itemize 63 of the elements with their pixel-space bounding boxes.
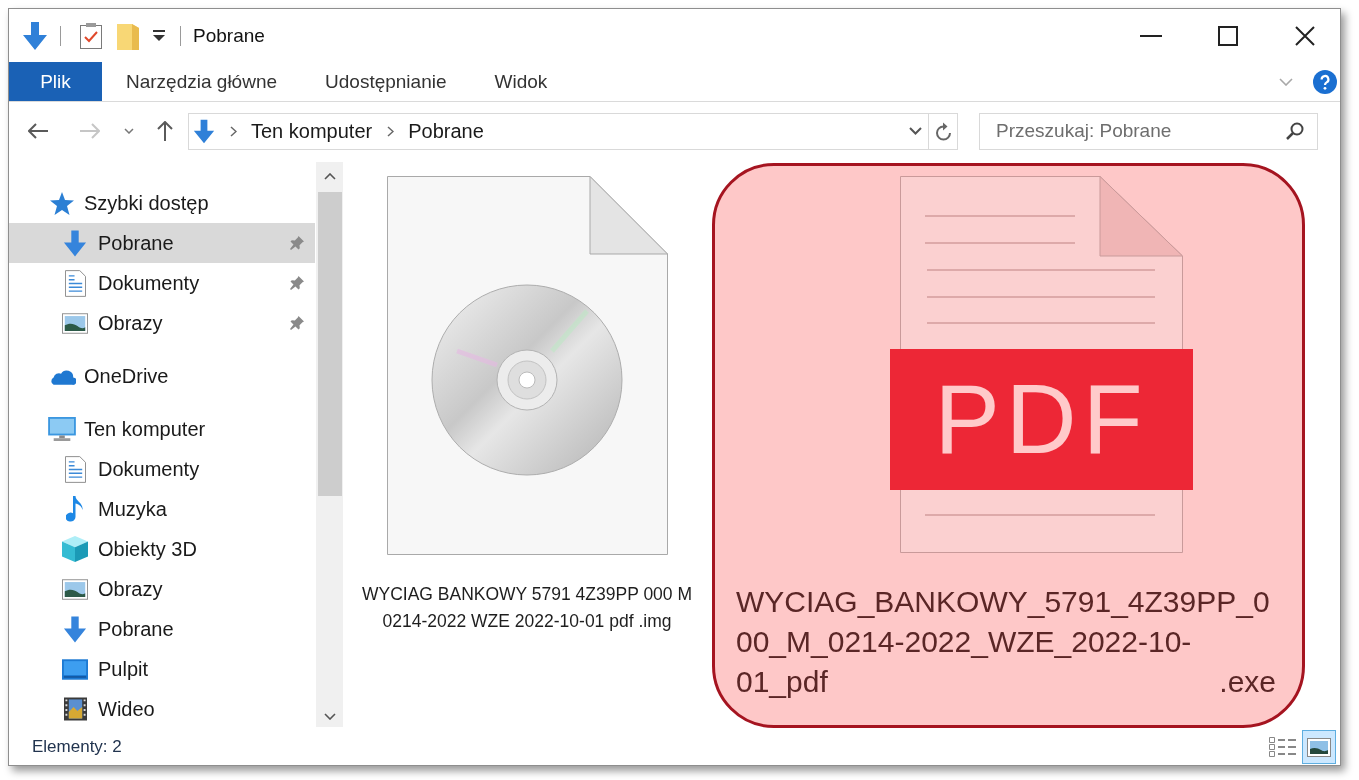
- scrollbar[interactable]: [316, 162, 343, 727]
- sidebar-item[interactable]: Dokumenty: [9, 449, 315, 489]
- picture-icon: [62, 312, 88, 334]
- search-field[interactable]: Przeszukaj: Pobrane: [979, 112, 1318, 150]
- item-count: Elementy: 2: [31, 737, 122, 757]
- sidebar-item[interactable]: OneDrive: [9, 356, 315, 396]
- file-type-banner: PDF: [890, 349, 1193, 490]
- sidebar-item[interactable]: Ten komputer: [9, 409, 315, 449]
- minimize-icon[interactable]: [1140, 34, 1162, 37]
- scroll-down-icon[interactable]: [323, 713, 336, 720]
- document-icon: [64, 455, 86, 483]
- chevron-right-icon[interactable]: [230, 125, 237, 137]
- document-icon: [64, 269, 86, 297]
- chevron-down-icon[interactable]: [909, 127, 922, 135]
- window-title: Pobrane: [193, 24, 265, 47]
- star-icon: [50, 191, 74, 215]
- search-icon[interactable]: [1286, 121, 1304, 140]
- help-icon[interactable]: [1313, 69, 1337, 94]
- dropdown-caret-icon[interactable]: [152, 29, 166, 42]
- down-arrow-icon[interactable]: [22, 21, 48, 50]
- down-arrow-icon: [193, 118, 215, 144]
- breadcrumb-item[interactable]: Pobrane: [408, 119, 484, 143]
- screen-icon: [62, 658, 88, 680]
- sidebar-item[interactable]: Pulpit: [9, 649, 315, 689]
- up-arrow-icon[interactable]: [157, 121, 173, 141]
- sidebar-item[interactable]: Pobrane: [9, 609, 315, 649]
- disc-file-icon: [386, 176, 668, 555]
- picture-icon: [1307, 737, 1331, 757]
- breadcrumb-item[interactable]: Ten komputer: [251, 119, 373, 143]
- ribbon-tab[interactable]: Widok: [470, 62, 572, 101]
- sidebar-item[interactable]: Obrazy: [9, 569, 315, 609]
- sidebar-item[interactable]: Szybki dostęp: [9, 183, 315, 223]
- chevron-down-icon[interactable]: [124, 128, 134, 134]
- sidebar-item[interactable]: Muzyka: [9, 489, 315, 529]
- maximize-icon[interactable]: [1218, 25, 1238, 46]
- list-icon: [1269, 737, 1297, 757]
- checklist-icon[interactable]: [80, 22, 102, 49]
- sidebar-item[interactable]: Pobrane: [9, 223, 315, 263]
- music-note-icon: [66, 495, 84, 523]
- file-item[interactable]: PDF WYCIAG_BANKOWY_5791_4Z39PP_000_M_0214-2022_WZE_2022-10-01_pdf .exe: [712, 163, 1305, 728]
- address-bar[interactable]: Ten komputer Pobrane: [188, 112, 958, 150]
- sidebar-item[interactable]: Obiekty 3D: [9, 529, 315, 569]
- film-icon: [63, 697, 87, 721]
- cube-icon: [62, 536, 88, 562]
- down-arrow-icon: [63, 229, 87, 257]
- scroll-up-icon[interactable]: [323, 173, 336, 180]
- file-menu-button[interactable]: Plik: [9, 62, 102, 101]
- large-icons-view-button[interactable]: [1302, 730, 1336, 764]
- scrollbar-thumb[interactable]: [317, 192, 342, 496]
- close-icon[interactable]: [1295, 25, 1315, 46]
- down-arrow-icon: [63, 615, 87, 643]
- sidebar-item[interactable]: Wideo: [9, 689, 315, 729]
- back-arrow-icon[interactable]: [28, 123, 48, 139]
- chevron-right-icon[interactable]: [387, 125, 395, 137]
- cloud-icon: [48, 367, 76, 385]
- sidebar-item[interactable]: Obrazy: [9, 303, 315, 343]
- file-item[interactable]: WYCIAG BANKOWY 5791 4Z39PP 000 M 0214-2022 WZE 2022-10-01 pdf .img: [346, 163, 708, 635]
- ribbon-tab[interactable]: Narzędzia główne: [102, 62, 302, 101]
- monitor-icon: [48, 417, 76, 441]
- picture-icon: [62, 578, 88, 600]
- sidebar-item[interactable]: Dokumenty: [9, 263, 315, 303]
- refresh-icon[interactable]: [934, 121, 952, 141]
- ribbon-tab[interactable]: Udostępnianie: [301, 62, 471, 101]
